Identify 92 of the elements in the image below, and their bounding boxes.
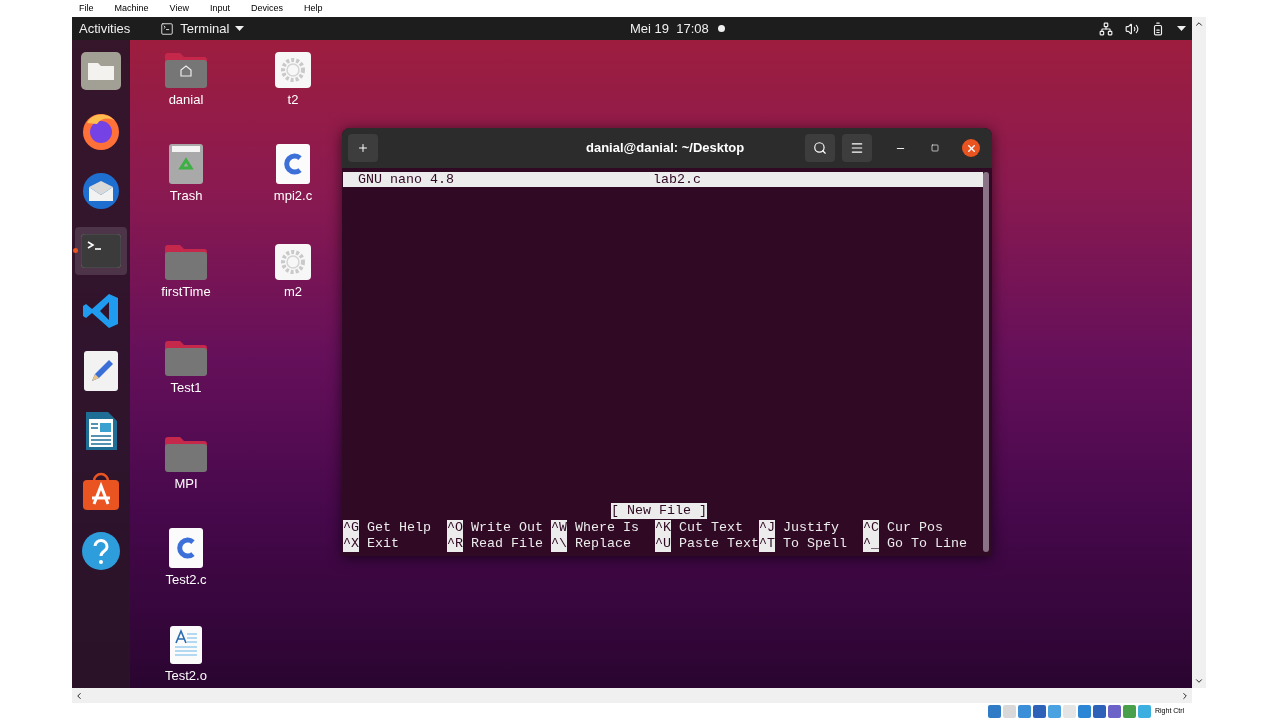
shortcut-label: Cut Text — [679, 520, 743, 536]
activities-button[interactable]: Activities — [79, 18, 131, 39]
device-status-icon[interactable] — [1033, 705, 1046, 718]
vertical-scrollbar[interactable] — [1192, 17, 1206, 688]
shortcut-key: ^W — [551, 520, 567, 536]
scroll-right-icon[interactable] — [1180, 690, 1190, 701]
shortcut-label: Replace — [575, 536, 631, 552]
menu-item[interactable]: Help — [303, 1, 323, 16]
document-icon — [84, 411, 118, 451]
shortcut-key: ^J — [759, 520, 775, 536]
shortcut-label: Cur Pos — [887, 520, 943, 536]
maximize-icon — [931, 144, 939, 152]
desktop-icon-label[interactable]: t2 — [287, 92, 299, 107]
text-editor-icon — [84, 351, 118, 391]
volume-icon[interactable] — [1125, 21, 1139, 36]
battery-icon[interactable] — [1151, 21, 1165, 36]
scroll-down-icon[interactable] — [1194, 676, 1204, 686]
plus-icon — [357, 142, 369, 154]
shortcut-label: Read File — [471, 536, 543, 552]
shortcut-label: To Spell — [783, 536, 847, 552]
desktop-icon-label[interactable]: Test1 — [170, 380, 202, 395]
new-tab-button[interactable] — [348, 134, 378, 162]
desktop-icon-label[interactable]: Trash — [169, 188, 203, 203]
folder-icon — [165, 340, 207, 376]
menu-item[interactable]: View — [169, 1, 189, 16]
shortcut-label: Go To Line — [887, 536, 967, 552]
shortcut-key: ^T — [759, 536, 775, 552]
scroll-up-icon[interactable] — [1194, 19, 1204, 29]
network-icon[interactable] — [1099, 21, 1113, 36]
desktop-icon-label[interactable]: firstTime — [161, 284, 211, 299]
c-file-icon — [169, 528, 203, 568]
mail-icon — [81, 171, 121, 211]
help-icon — [81, 531, 121, 571]
scroll-left-icon[interactable] — [74, 690, 84, 701]
shortcut-label: Write Out — [471, 520, 543, 536]
shortcut-key: ^R — [447, 536, 463, 552]
shortcut-key: ^_ — [863, 536, 879, 552]
shortcut-key: ^\ — [551, 536, 567, 552]
file-name: lab2.c — [653, 171, 701, 188]
shopping-bag-icon — [81, 471, 121, 511]
shortcut-key: ^O — [447, 520, 463, 536]
menu-item[interactable]: File — [79, 1, 94, 16]
shortcut-label: Paste Text — [679, 536, 759, 552]
window-title: danial@danial: ~/Desktop — [586, 139, 745, 158]
menu-item[interactable]: Devices — [250, 1, 283, 16]
close-button[interactable] — [962, 139, 980, 157]
shortcut-key: ^C — [863, 520, 879, 536]
gear-icon — [275, 52, 311, 88]
menu-item[interactable]: Input — [209, 1, 230, 16]
search-button[interactable] — [805, 134, 835, 162]
code-editor-icon — [82, 292, 120, 330]
app-menu[interactable]: Terminal — [160, 18, 245, 39]
shortcut-label: Get Help — [367, 520, 431, 536]
text-file-icon — [170, 626, 202, 664]
device-status-icon[interactable] — [1093, 705, 1106, 718]
shortcut-key: ^K — [655, 520, 671, 536]
gear-icon — [275, 244, 311, 280]
shortcut-label: Where Is — [575, 520, 639, 536]
shortcut-key: ^X — [343, 536, 359, 552]
desktop-icon-label[interactable]: m2 — [283, 284, 303, 299]
close-icon — [965, 142, 977, 154]
shortcut-label: Exit — [367, 536, 399, 552]
status-message: [ New File ] — [611, 503, 707, 519]
menu-button[interactable] — [842, 134, 872, 162]
desktop-icon-label[interactable]: Test2.c — [165, 572, 207, 587]
desktop-icon-label[interactable]: Test2.o — [165, 668, 207, 683]
shortcut-key: ^G — [343, 520, 359, 536]
menu-icon — [850, 141, 864, 155]
caret-icon[interactable] — [1177, 26, 1186, 31]
shortcut-key: ^U — [655, 536, 671, 552]
terminal-icon — [81, 234, 121, 268]
terminal-icon — [160, 21, 175, 36]
nano-version: GNU nano 4.8 — [358, 171, 454, 188]
menu-item[interactable]: Machine — [114, 1, 149, 16]
desktop-icon-label[interactable]: mpi2.c — [273, 188, 313, 203]
desktop-icon-label[interactable]: MPI — [174, 476, 198, 491]
horizontal-scrollbar[interactable] — [72, 688, 1192, 703]
desktop-icon-label[interactable]: danial — [168, 92, 204, 107]
folder-icon — [165, 436, 207, 472]
caret-icon — [235, 26, 245, 31]
clock[interactable]: Mei 19 17:08 — [630, 18, 709, 39]
folder-icon — [165, 244, 207, 280]
running-indicator-icon — [73, 248, 78, 253]
notification-dot-icon — [718, 25, 725, 32]
search-icon — [813, 141, 827, 155]
c-file-icon — [276, 144, 310, 184]
browser-icon — [81, 111, 121, 151]
shortcut-label: Justify — [783, 520, 839, 536]
home-folder-icon — [165, 52, 207, 88]
folder-icon — [81, 52, 121, 90]
scrollbar[interactable] — [983, 172, 989, 552]
trash-icon — [169, 144, 203, 184]
